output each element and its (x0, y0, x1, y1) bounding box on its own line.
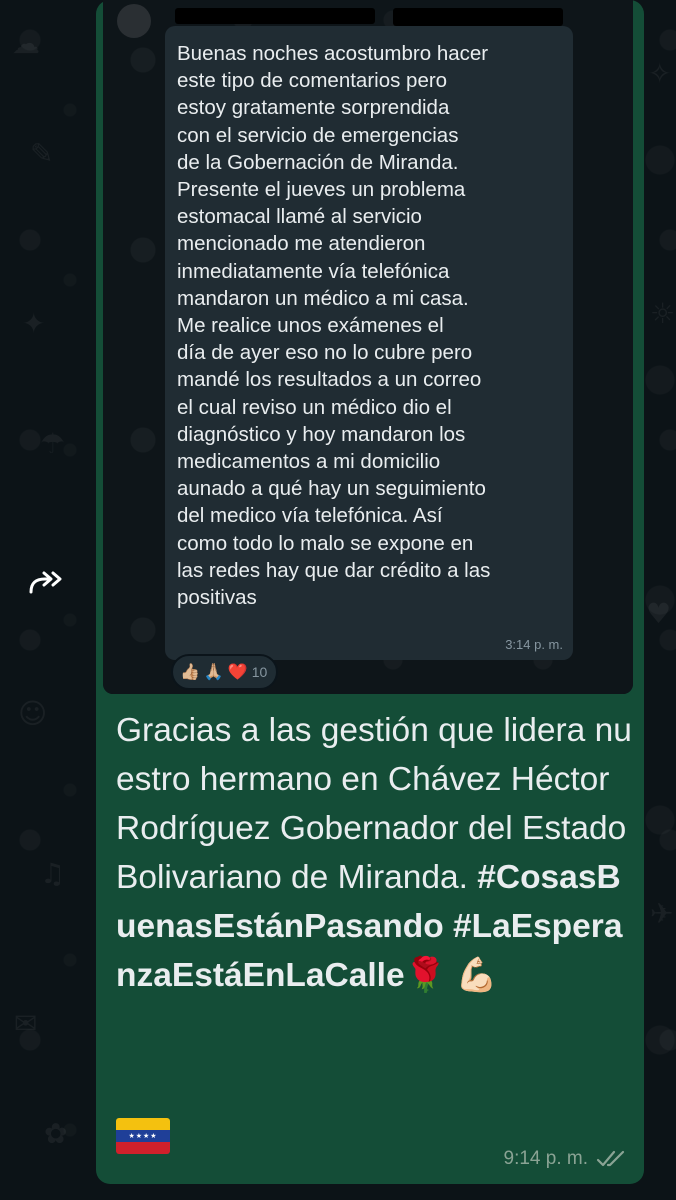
doodle-icon: ☂ (40, 427, 66, 460)
doodle-icon: ☼ (650, 297, 676, 330)
reactions-badge[interactable]: 👍🏼 🙏🏼 ❤️ 10 (171, 654, 279, 690)
quoted-message-time: 3:14 p. m. (505, 637, 563, 652)
quoted-message-bubble: Buenas noches acostumbro hacer este tipo… (165, 26, 573, 660)
forward-icon (29, 571, 62, 594)
reaction-count: 10 (251, 664, 268, 680)
quoted-message-text: Buenas noches acostumbro hacer este tipo… (177, 42, 491, 610)
thumbs-up-icon: 👍🏼 (180, 664, 200, 681)
double-check-icon (596, 1150, 625, 1167)
doodle-icon: ♫ (40, 857, 66, 890)
avatar (117, 4, 151, 38)
praying-hands-icon: 🙏🏼 (203, 664, 224, 681)
redacted-name-bar (175, 8, 375, 24)
doodle-icon: ✦ (22, 307, 46, 340)
venezuela-flag-icon: ★★★★ (116, 1118, 170, 1154)
doodle-icon: ✈ (650, 897, 674, 930)
forwarded-screenshot-image[interactable]: Buenas noches acostumbro hacer este tipo… (103, 0, 633, 694)
doodle-icon: ☁ (12, 27, 40, 60)
red-heart-icon: ❤️ (227, 664, 248, 681)
redacted-name-bar (393, 8, 563, 26)
doodle-icon: ✧ (648, 57, 672, 90)
doodle-icon: ✿ (44, 1117, 68, 1150)
message-caption: Gracias a las gestión que lidera nuestro… (116, 706, 636, 1000)
doodle-icon: ✎ (30, 137, 54, 170)
doodle-icon: ♥ (646, 597, 672, 630)
doodle-icon: ✉ (14, 1007, 38, 1040)
outgoing-message-bubble[interactable]: Buenas noches acostumbro hacer este tipo… (96, 0, 644, 1184)
message-time: 9:14 p. m. (503, 1148, 589, 1169)
doodle-icon: ☺ (18, 697, 48, 730)
rose-flexed-arm-emojis: 🌹 💪🏻 (404, 957, 498, 994)
message-meta: 9:14 p. m. (504, 1148, 627, 1170)
forward-button[interactable] (24, 566, 70, 600)
